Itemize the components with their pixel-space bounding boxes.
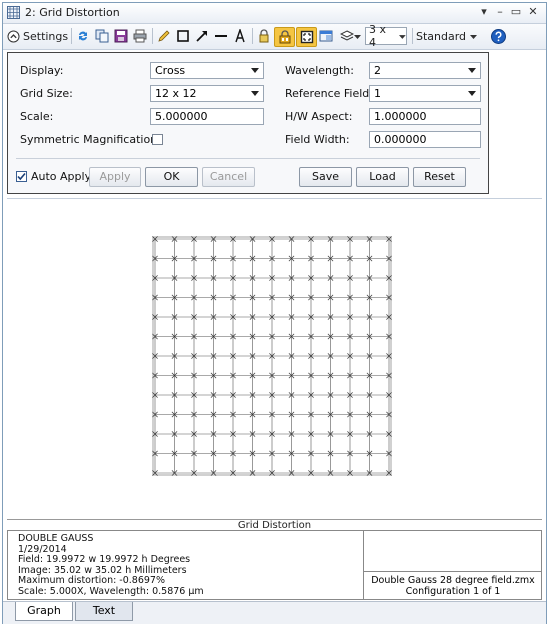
toolbar-separator [412,28,413,44]
arrow-icon[interactable] [194,27,210,45]
graph-area [7,198,542,520]
window-title: 2: Grid Distortion [25,6,120,19]
display-value: Cross [155,64,186,77]
display-label: Display: [20,64,64,77]
auto-apply-checkbox[interactable] [16,171,27,182]
chevron-down-icon [251,91,259,96]
toolbar-separator [71,28,72,44]
info-text: DOUBLE GAUSS 1/29/2014 Field: 19.9972 w … [18,533,204,598]
pencil-icon[interactable] [156,27,172,45]
settings-panel: Display: Cross Grid Size: 12 x 12 Scale:… [7,52,489,194]
info-line: DOUBLE GAUSS [18,533,94,544]
reference-field-label: Reference Field: [285,87,373,100]
refresh-icon[interactable] [75,27,91,45]
title-bar[interactable]: 2: Grid Distortion ▾ – ▭ ✕ [3,3,546,24]
auto-apply-label: Auto Apply [31,170,92,183]
info-box: DOUBLE GAUSS 1/29/2014 Field: 19.9972 w … [7,530,542,600]
collapse-up-icon [7,30,20,42]
chevron-down-icon [353,34,361,39]
print-icon[interactable] [132,27,148,45]
apply-button[interactable]: Apply [89,167,141,187]
scale-label: Scale: [20,110,54,123]
grid-distortion-plot [152,236,392,476]
toolbar-separator [152,28,153,44]
hw-aspect-input[interactable]: 1.000000 [369,108,481,125]
wavelength-select[interactable]: 2 [369,62,481,79]
field-width-value: 0.000000 [374,133,427,146]
settings-toggle-button[interactable]: Settings [7,27,69,45]
grid-size-value: 12 x 12 [155,87,197,100]
ok-button[interactable]: OK [145,167,198,187]
file-name: Double Gauss 28 degree field.zmx [371,575,535,586]
field-width-input[interactable]: 0.000000 [369,131,481,148]
info-file: Double Gauss 28 degree field.zmx Configu… [364,575,542,597]
layers-dropdown[interactable] [337,27,363,45]
grid-size-label: Grid Size: [20,87,73,100]
field-width-label: Field Width: [285,133,350,146]
load-button[interactable]: Load [356,167,409,187]
rectangle-icon[interactable] [175,27,191,45]
grid-app-icon [7,6,20,19]
settings-label: Settings [23,29,69,43]
wavelength-value: 2 [374,64,381,77]
reset-button[interactable]: Reset [413,167,466,187]
tab-graph[interactable]: Graph [15,602,73,621]
scale-value: 5.000000 [155,110,208,123]
tab-text[interactable]: Text [75,602,133,621]
mode-value: Standard [416,29,467,43]
settings-divider [16,158,480,159]
copy-icon[interactable] [94,27,110,45]
chevron-down-icon [468,91,476,96]
info-separator [364,571,542,572]
reference-field-value: 1 [374,87,381,100]
grid-size-select[interactable]: 12 x 12 [150,85,264,102]
checkmark-icon [17,172,26,181]
mode-select[interactable]: Standard [416,27,484,45]
text-icon[interactable] [232,27,248,45]
configuration-label: Configuration 1 of 1 [405,586,501,597]
scale-input[interactable]: 5.000000 [150,108,264,125]
chevron-down-icon [470,34,478,39]
lock-all-icon[interactable] [274,27,295,47]
reference-field-select[interactable]: 1 [369,85,481,102]
close-button[interactable]: ✕ [526,5,540,18]
save-button[interactable]: Save [299,167,352,187]
chevron-down-icon [468,68,476,73]
layers-icon [339,30,354,41]
help-icon[interactable] [489,27,507,45]
layout-select[interactable]: 3 x 4 [365,23,407,49]
fit-window-icon[interactable] [296,27,317,47]
symmetric-magnification-label: Symmetric Magnification: [20,133,161,146]
line-icon[interactable] [213,27,229,45]
layout-value: 3 x 4 [369,23,387,49]
chevron-down-icon [399,34,406,39]
symmetric-magnification-checkbox[interactable] [152,134,163,145]
window-layout-icon[interactable] [318,27,334,45]
info-line: Scale: 5.000X, Wavelength: 0.5876 µm [18,585,204,597]
minimize-button[interactable]: – [493,5,507,18]
display-select[interactable]: Cross [150,62,264,79]
wavelength-label: Wavelength: [285,64,354,77]
toolbar-separator [252,28,253,44]
lock-icon[interactable] [256,27,272,45]
hw-aspect-label: H/W Aspect: [285,110,353,123]
chevron-down-icon [251,68,259,73]
maximize-button[interactable]: ▭ [509,5,523,18]
hw-aspect-value: 1.000000 [374,110,427,123]
window-menu-icon[interactable]: ▾ [477,5,491,18]
save-icon[interactable] [113,27,129,45]
grid-distortion-window: 2: Grid Distortion ▾ – ▭ ✕ Settings 3 x … [2,2,547,624]
cancel-button[interactable]: Cancel [202,167,255,187]
toolbar: Settings 3 x 4 Standard [3,23,546,50]
info-file-panel: Double Gauss 28 degree field.zmx Configu… [363,531,542,599]
bottom-tabs: Graph Text [3,601,546,624]
